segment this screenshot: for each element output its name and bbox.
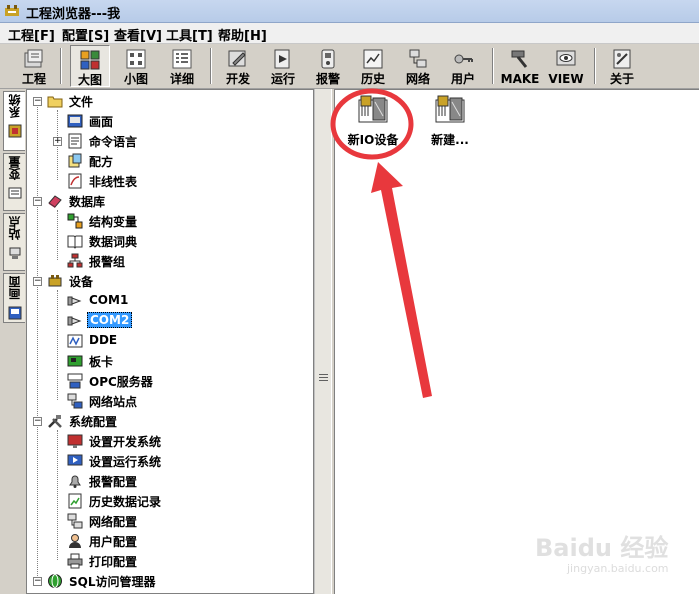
toolbar-separator <box>492 48 494 84</box>
alarm-icon <box>321 49 335 69</box>
database-icon <box>48 195 62 208</box>
device-item-new[interactable]: 新建... <box>415 94 485 148</box>
tree-expander-sql[interactable]: − <box>33 577 42 586</box>
toolbar: 工程 大图 小图 详细 开发 运行 报警 历史 网络 用户 MAKE VIEW … <box>0 44 699 89</box>
menu-bar: 工程[F] 配置[S] 查看[V] 工具[T] 帮助[H] <box>0 23 699 44</box>
network-station-icon <box>67 393 83 409</box>
about-button[interactable]: 关于 <box>602 45 642 87</box>
tab-variables[interactable]: 变量 <box>3 153 25 211</box>
menu-config[interactable]: 配置[S] <box>62 25 109 44</box>
develop-icon <box>228 50 246 67</box>
project-tree: − 文件 画面 + 命令语言 配方 非线性表 − 数据库 结构变量 数据词典 报… <box>26 89 314 594</box>
menu-project[interactable]: 工程[F] <box>8 25 55 44</box>
history-button[interactable]: 历史 <box>353 45 393 87</box>
sql-icon <box>48 574 62 588</box>
recipe-icon <box>68 153 82 168</box>
tools-icon <box>48 415 62 428</box>
side-tab-strip: 系统 变量 站点 画面 <box>0 89 26 594</box>
user-icon <box>69 534 81 548</box>
history-icon <box>363 49 383 69</box>
view-button[interactable]: VIEW <box>546 45 586 87</box>
tree-expander-command[interactable]: + <box>53 137 62 146</box>
network-config-icon <box>67 513 83 529</box>
tree-expander-device[interactable]: − <box>33 277 42 286</box>
tree-scrollbar[interactable] <box>314 89 332 594</box>
window-title: 工程浏览器---我 <box>26 7 121 22</box>
screen-page-icon <box>67 114 83 128</box>
device-icon <box>48 275 62 287</box>
tree-expander-database[interactable]: − <box>33 197 42 206</box>
script-icon <box>68 133 82 149</box>
tree-expander-file[interactable]: − <box>33 97 42 106</box>
detail-button[interactable]: 详细 <box>162 45 202 87</box>
toolbar-separator <box>594 48 596 84</box>
title-bar: 工程浏览器---我 <box>0 0 699 23</box>
scroll-grip[interactable] <box>319 374 328 384</box>
user-button[interactable]: 用户 <box>443 45 483 87</box>
nonlinear-table-icon <box>68 173 82 189</box>
tab-system[interactable]: 系统 <box>3 91 25 151</box>
toolbar-separator <box>210 48 212 84</box>
about-icon <box>613 49 631 69</box>
network-icon <box>409 49 427 68</box>
small-icons-icon <box>126 49 146 69</box>
station-icon <box>9 247 20 259</box>
device-list-pane: 新IO设备 新建... <box>335 89 699 594</box>
serial-port-icon <box>67 316 82 326</box>
make-hammer-icon <box>511 50 528 68</box>
alarm-button[interactable]: 报警 <box>308 45 348 87</box>
run-icon <box>274 49 290 69</box>
printer-icon <box>67 553 83 569</box>
make-button[interactable]: MAKE <box>500 45 540 87</box>
alarm-group-icon <box>67 253 83 268</box>
io-device-icon <box>358 95 388 123</box>
menu-help[interactable]: 帮助[H] <box>218 25 267 44</box>
develop-button[interactable]: 开发 <box>218 45 258 87</box>
project-icon <box>24 49 43 68</box>
dev-settings-icon <box>67 434 83 448</box>
new-device-icon <box>435 95 465 123</box>
small-icon-button[interactable]: 小图 <box>116 45 156 87</box>
run-settings-icon <box>67 454 83 466</box>
tab-station[interactable]: 站点 <box>3 213 25 271</box>
screen-icon <box>8 306 21 320</box>
alarm-config-icon <box>69 475 81 488</box>
run-button[interactable]: 运行 <box>263 45 303 87</box>
folder-icon <box>47 96 63 108</box>
network-button[interactable]: 网络 <box>398 45 438 87</box>
struct-var-icon <box>67 213 83 229</box>
app-icon <box>5 5 19 16</box>
large-icons-icon <box>80 50 100 70</box>
system-icon <box>8 124 21 138</box>
key-icon <box>454 54 473 64</box>
variables-icon <box>8 187 21 199</box>
project-button[interactable]: 工程 <box>14 45 54 87</box>
dde-icon <box>67 334 83 348</box>
tree-expander-sys-config[interactable]: − <box>33 417 42 426</box>
board-card-icon <box>67 355 83 367</box>
history-record-icon <box>68 493 82 509</box>
menu-view[interactable]: 查看[V] <box>114 25 162 44</box>
baidu-watermark: Baidu 经验 jingyan.baidu.com <box>535 534 669 575</box>
detail-list-icon <box>172 49 192 69</box>
toolbar-separator <box>60 48 62 84</box>
tab-screen[interactable]: 画面 <box>3 273 25 323</box>
view-eye-icon <box>556 50 576 66</box>
opc-icon <box>67 373 83 389</box>
menu-tools[interactable]: 工具[T] <box>166 25 213 44</box>
book-icon <box>67 235 83 249</box>
device-item-new-io[interactable]: 新IO设备 <box>338 94 408 148</box>
serial-port-icon <box>67 296 82 306</box>
large-icon-button[interactable]: 大图 <box>70 45 110 87</box>
